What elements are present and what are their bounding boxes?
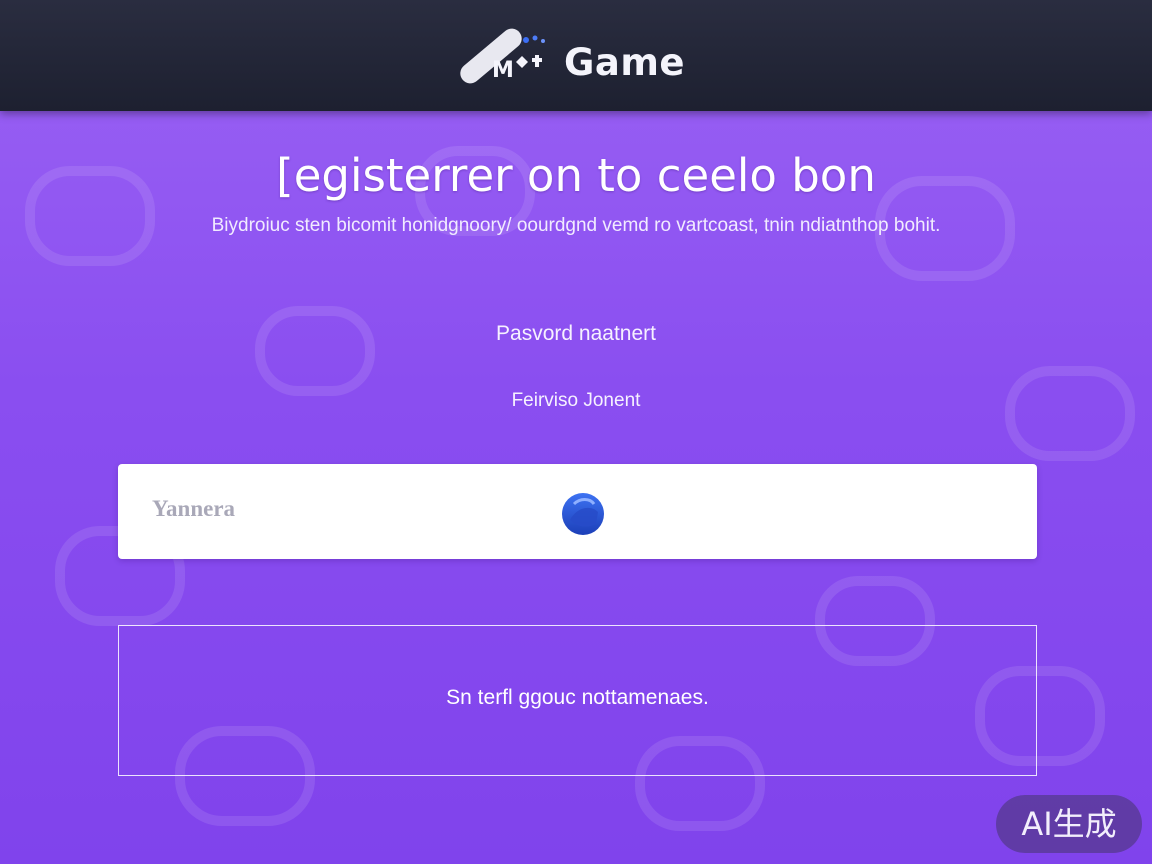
svg-text:M: M — [492, 58, 514, 83]
page-subtitle: Biydroiuc sten bicomit honidgnoory/ oour… — [211, 215, 941, 236]
notice-panel: Sn terfl ggouc nottamenaes. — [118, 625, 1037, 776]
revision-label: Feirviso Jonent — [511, 390, 641, 411]
pen-icon: M — [460, 28, 545, 84]
ai-generated-label: AI生成 — [1021, 805, 1117, 843]
username-placeholder: Yannera — [152, 496, 236, 521]
username-input[interactable]: Yannera — [118, 464, 1037, 559]
ai-generated-badge: AI生成 — [996, 795, 1142, 853]
app-logo[interactable]: M Game — [452, 22, 692, 92]
page-title: [egisterrer on to ceelo bon — [276, 149, 876, 202]
app-name: Game — [564, 41, 685, 84]
top-bar: M Game — [0, 0, 1152, 111]
password-label: Pasvord naatnert — [496, 322, 656, 345]
shield-icon — [562, 493, 604, 535]
notice-text: Sn terfl ggouc nottamenaes. — [446, 686, 709, 709]
